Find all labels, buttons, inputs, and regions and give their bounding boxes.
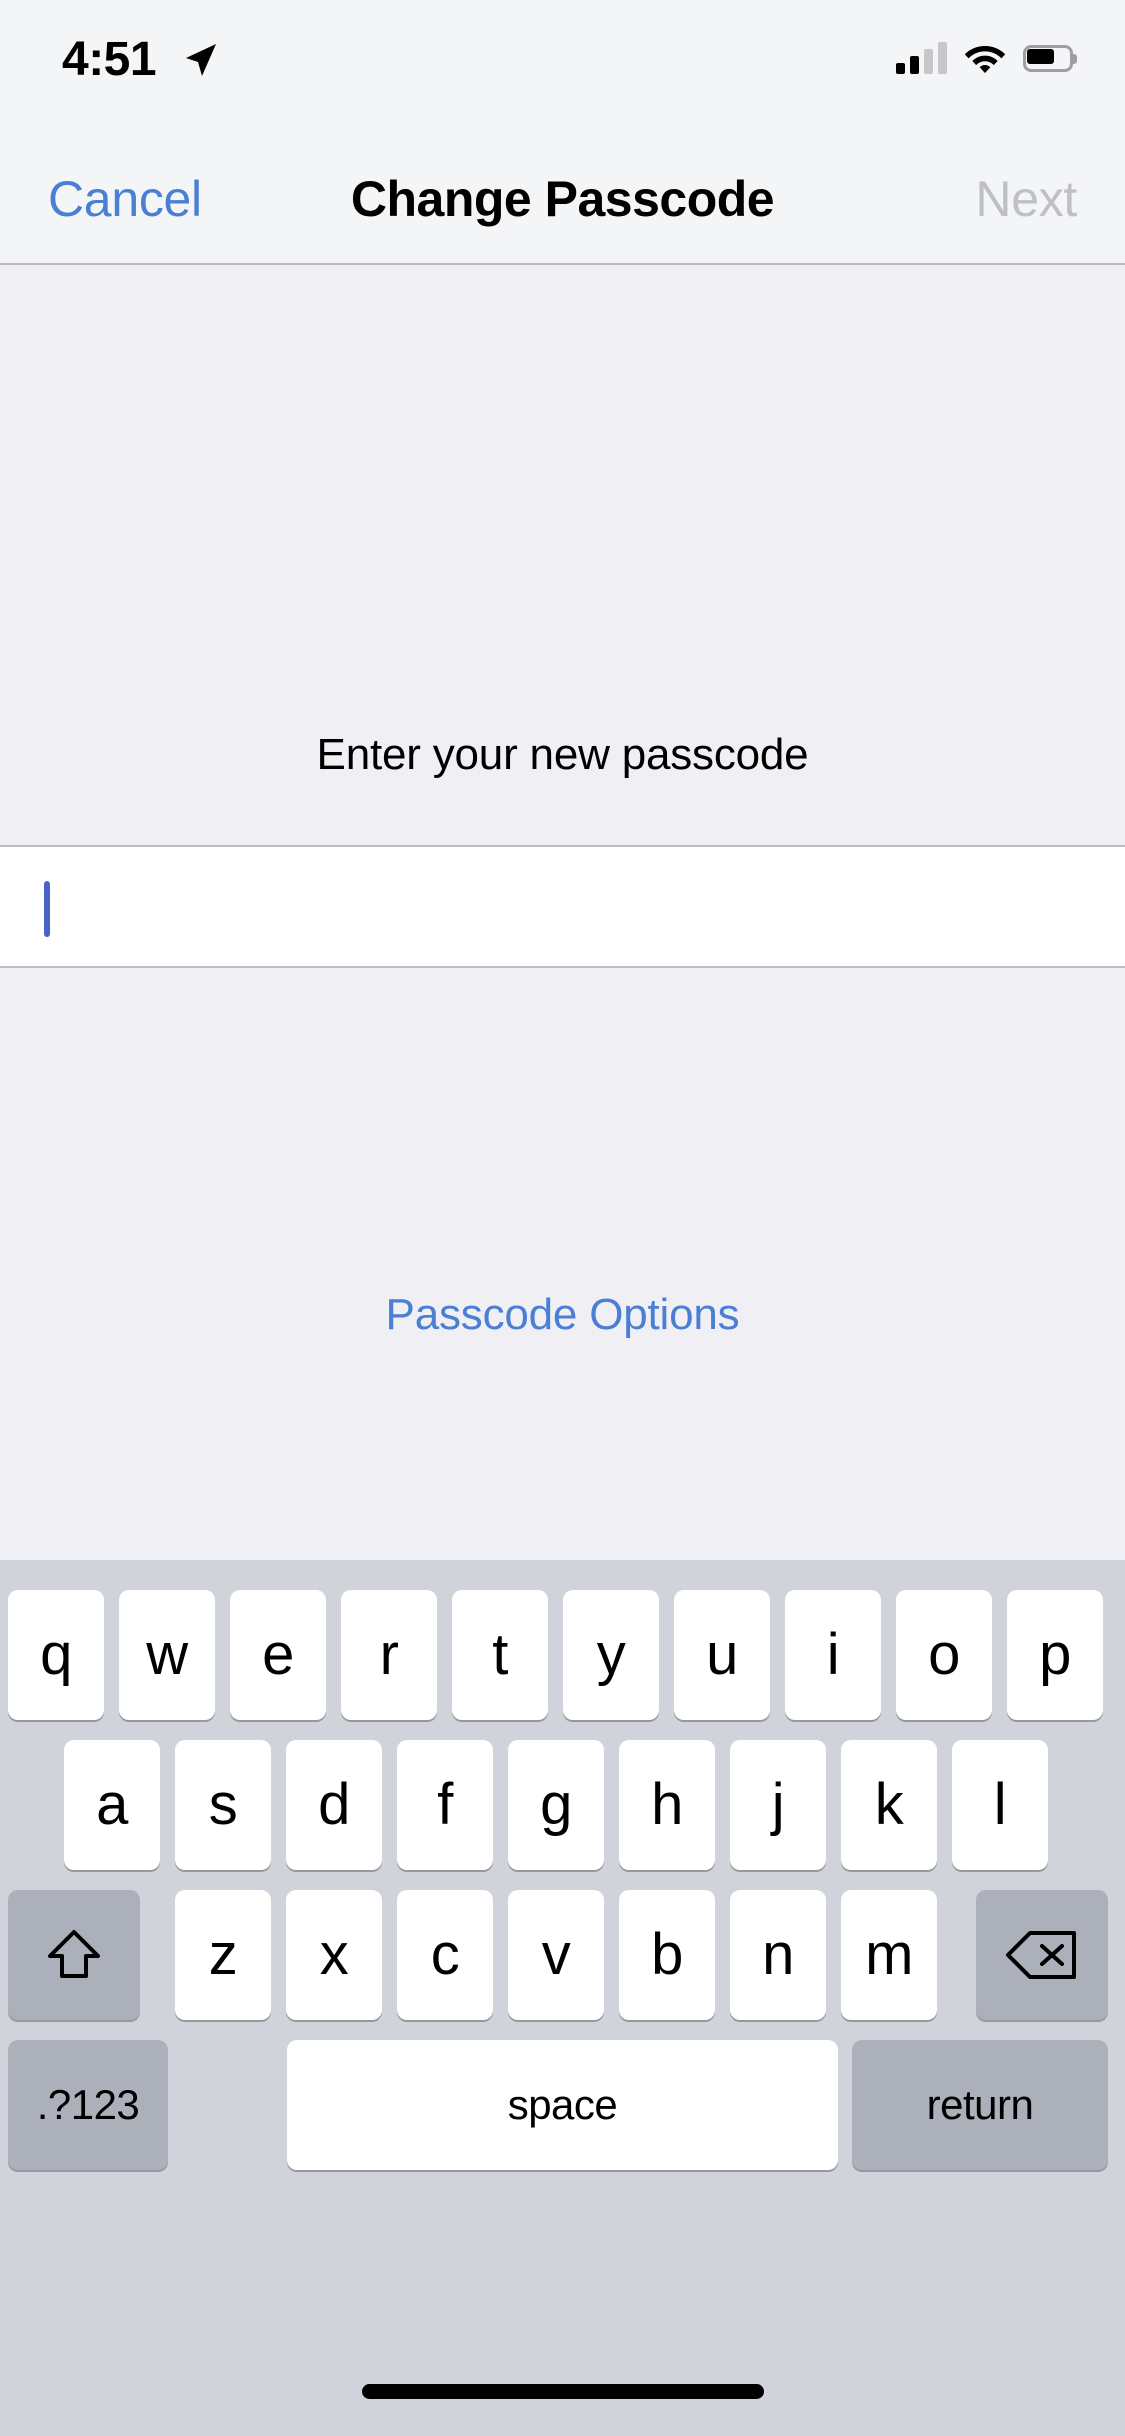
delete-key[interactable]: [976, 1890, 1108, 2020]
navigation-bar: Cancel Change Passcode Next: [0, 132, 1125, 265]
signal-bar-3: [924, 49, 933, 74]
numbers-key[interactable]: .?123: [8, 2040, 168, 2170]
page-title: Change Passcode: [350, 171, 775, 227]
space-key[interactable]: space: [287, 2040, 838, 2170]
cellular-signal-icon: [896, 42, 947, 74]
battery-cap: [1073, 53, 1077, 64]
key-w[interactable]: w: [119, 1590, 215, 1720]
key-c[interactable]: c: [397, 1890, 493, 2020]
key-t[interactable]: t: [452, 1590, 548, 1720]
key-j[interactable]: j: [730, 1740, 826, 1870]
key-s[interactable]: s: [175, 1740, 271, 1870]
home-indicator[interactable]: [361, 2384, 764, 2399]
text-caret: [44, 881, 50, 937]
key-q[interactable]: q: [8, 1590, 104, 1720]
status-bar-indicators: [896, 34, 1077, 82]
key-p[interactable]: p: [1007, 1590, 1103, 1720]
key-l[interactable]: l: [952, 1740, 1048, 1870]
backspace-delete-icon: [1006, 1931, 1076, 1979]
key-m[interactable]: m: [841, 1890, 937, 2020]
iphone-screen: 4:51 Cancel Change Passcode Next Enter y…: [0, 0, 1125, 2436]
key-i[interactable]: i: [785, 1590, 881, 1720]
passcode-prompt-label: Enter your new passcode: [316, 730, 809, 779]
shift-arrow-icon: [48, 1930, 100, 1978]
key-u[interactable]: u: [674, 1590, 770, 1720]
key-v[interactable]: v: [508, 1890, 604, 2020]
key-d[interactable]: d: [286, 1740, 382, 1870]
key-z[interactable]: z: [175, 1890, 271, 2020]
key-x[interactable]: x: [286, 1890, 382, 2020]
status-bar: 4:51: [0, 0, 1125, 132]
key-e[interactable]: e: [230, 1590, 326, 1720]
onscreen-keyboard: q w e r t y u i o p a s d f g h j k l z …: [0, 1560, 1125, 2436]
next-button[interactable]: Next: [975, 170, 1077, 228]
signal-bar-4: [938, 42, 947, 74]
key-g[interactable]: g: [508, 1740, 604, 1870]
return-key[interactable]: return: [852, 2040, 1108, 2170]
location-arrow-icon: [186, 44, 216, 76]
key-k[interactable]: k: [841, 1740, 937, 1870]
key-a[interactable]: a: [64, 1740, 160, 1870]
battery-level-fill: [1027, 48, 1054, 64]
key-n[interactable]: n: [730, 1890, 826, 2020]
key-y[interactable]: y: [563, 1590, 659, 1720]
wifi-icon: [964, 46, 1006, 73]
status-bar-time: 4:51: [62, 33, 157, 86]
passcode-content-area: Enter your new passcode Passcode Options: [0, 265, 1125, 1560]
signal-bar-1: [896, 63, 905, 74]
key-b[interactable]: b: [619, 1890, 715, 2020]
signal-bar-2: [910, 56, 919, 74]
key-o[interactable]: o: [896, 1590, 992, 1720]
battery-icon: [1023, 44, 1077, 72]
key-h[interactable]: h: [619, 1740, 715, 1870]
passcode-input-row[interactable]: [0, 845, 1125, 968]
shift-key[interactable]: [8, 1890, 140, 2020]
key-f[interactable]: f: [397, 1740, 493, 1870]
key-r[interactable]: r: [341, 1590, 437, 1720]
passcode-options-button[interactable]: Passcode Options: [0, 1288, 1125, 1342]
